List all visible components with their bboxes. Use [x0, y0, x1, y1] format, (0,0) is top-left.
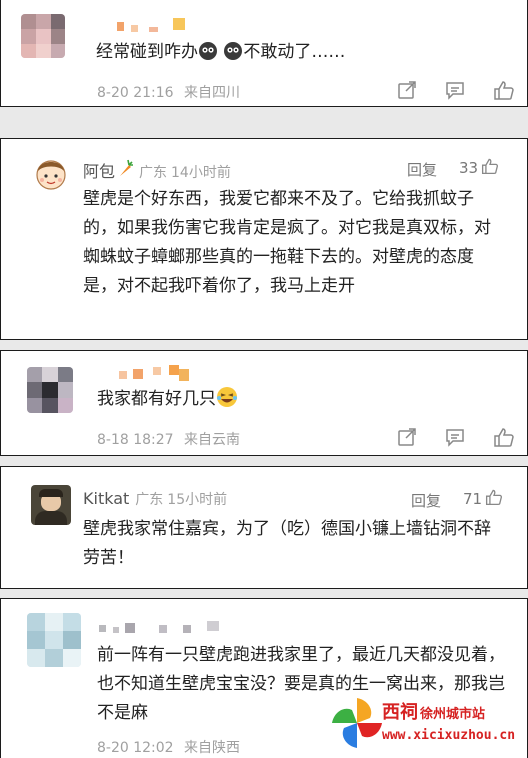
comment-card: 经常碰到咋办 不敢动了…… 8-20 21:16 来自四川: [0, 0, 528, 107]
comment-source: 来自四川: [184, 85, 241, 101]
comment-date: 8-18 18:27: [97, 432, 174, 448]
reply-button[interactable]: 回复: [407, 159, 437, 180]
comment-icon[interactable]: [445, 427, 465, 447]
like-button[interactable]: 71: [463, 488, 503, 510]
comment-date: 8-20 21:16: [97, 85, 174, 101]
action-icons: [397, 80, 515, 100]
ghost-emoji-icon: [223, 41, 243, 71]
comment-header: 阿包 广东 14小时前: [83, 158, 231, 182]
like-count: 71: [463, 490, 483, 508]
username-redacted[interactable]: [117, 18, 187, 32]
like-icon[interactable]: [493, 80, 515, 100]
laughing-emoji-icon: [216, 386, 238, 418]
comment-meta: 8-20 21:16 来自四川: [97, 82, 240, 102]
carrot-icon: [117, 159, 134, 181]
like-count: 33: [459, 159, 479, 177]
user-location: 广东: [139, 165, 168, 181]
comment-header: Kitkat 广东 15小时前: [83, 489, 227, 509]
site-watermark: 西祠 徐州城市站 www.xicixuzhou.cn: [330, 690, 528, 758]
comment-icon[interactable]: [445, 80, 465, 100]
avatar[interactable]: [31, 485, 71, 525]
pinwheel-logo-icon: [332, 698, 382, 748]
username[interactable]: Kitkat: [83, 489, 129, 508]
like-button[interactable]: 33: [459, 157, 499, 179]
comment-text: 壁虎是个好东西，我爱它都来不及了。它给我抓蚊子的，如果我伤害它我肯定是疯了。对它…: [83, 189, 491, 296]
comment-text: 经常碰到咋办 不敢动了……: [96, 38, 516, 71]
avatar[interactable]: [27, 613, 81, 667]
comment-card: 阿包 广东 14小时前 回复 33 壁虎是个好东西，我爱它都来不及了。它给我抓蚊…: [0, 138, 528, 340]
username[interactable]: 阿包: [83, 158, 115, 182]
comment-date: 8-20 12:02: [97, 740, 174, 756]
time-ago: 15小时前: [167, 492, 228, 508]
comment-source: 来自云南: [184, 432, 241, 448]
reply-button[interactable]: 回复: [411, 490, 441, 511]
time-ago: 14小时前: [171, 165, 231, 181]
avatar[interactable]: [21, 14, 65, 58]
comment-card: 我家都有好几只 8-18 18:27 来自云南: [0, 350, 528, 456]
username-redacted[interactable]: [99, 619, 229, 635]
comment-card: Kitkat 广东 15小时前 回复 71 壁虎我家常住嘉宾，为了（吃）德国小镰…: [0, 466, 528, 589]
like-icon[interactable]: [493, 427, 515, 447]
comment-text: 壁虎我家常住嘉宾，为了（吃）德国小镰上墙钻洞不辞劳苦！: [83, 519, 491, 568]
watermark-url: www.xicixuzhou.cn: [382, 728, 516, 743]
share-icon[interactable]: [397, 427, 417, 447]
thumbs-up-icon: [485, 488, 503, 510]
avatar[interactable]: [31, 153, 71, 193]
thumbs-up-icon: [481, 157, 499, 179]
comment-meta: 8-20 12:02 来自陕西: [97, 737, 240, 757]
comment-text: 我家都有好几只: [97, 385, 397, 418]
comment-meta: 8-18 18:27 来自云南: [97, 429, 240, 449]
share-icon[interactable]: [397, 80, 417, 100]
action-icons: [397, 427, 515, 447]
ghost-emoji-icon: [198, 41, 218, 71]
comment-source: 来自陕西: [184, 740, 241, 756]
user-location: 广东: [135, 492, 164, 508]
username-redacted[interactable]: [119, 365, 199, 381]
watermark-brand: 西祠 徐州城市站: [382, 702, 486, 723]
avatar[interactable]: [27, 367, 73, 413]
